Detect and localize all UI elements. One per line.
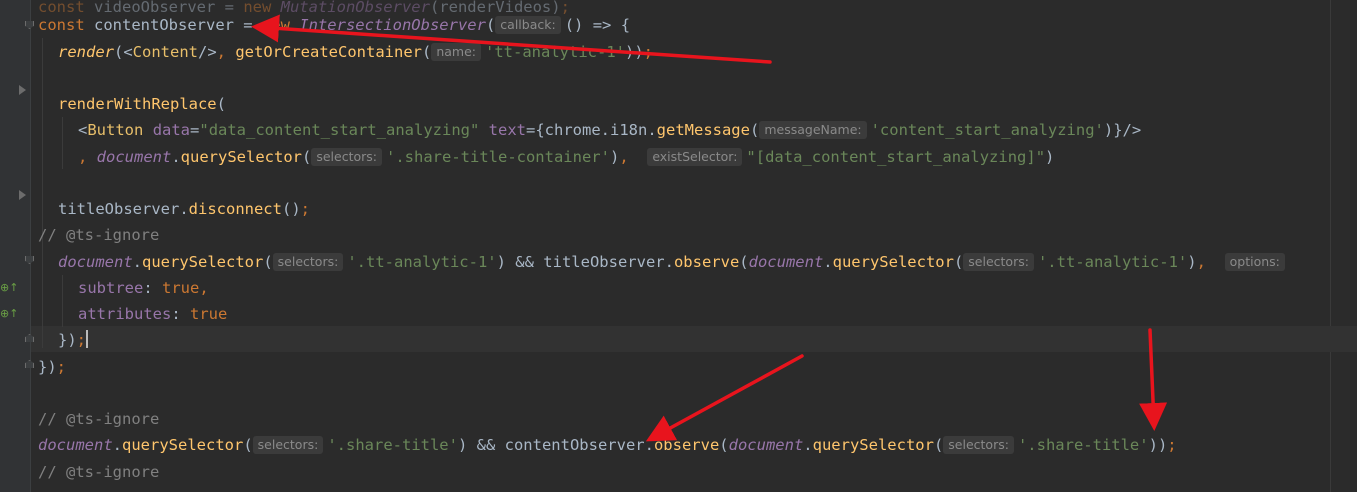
annotation-arrows [251, 14, 1168, 442]
red-arrow [251, 14, 772, 64]
red-arrow [645, 354, 804, 442]
code-editor[interactable]: ⊕↑ ⊕↑ const videoObserver = new Mutation… [0, 0, 1357, 492]
red-arrow [1139, 328, 1168, 431]
